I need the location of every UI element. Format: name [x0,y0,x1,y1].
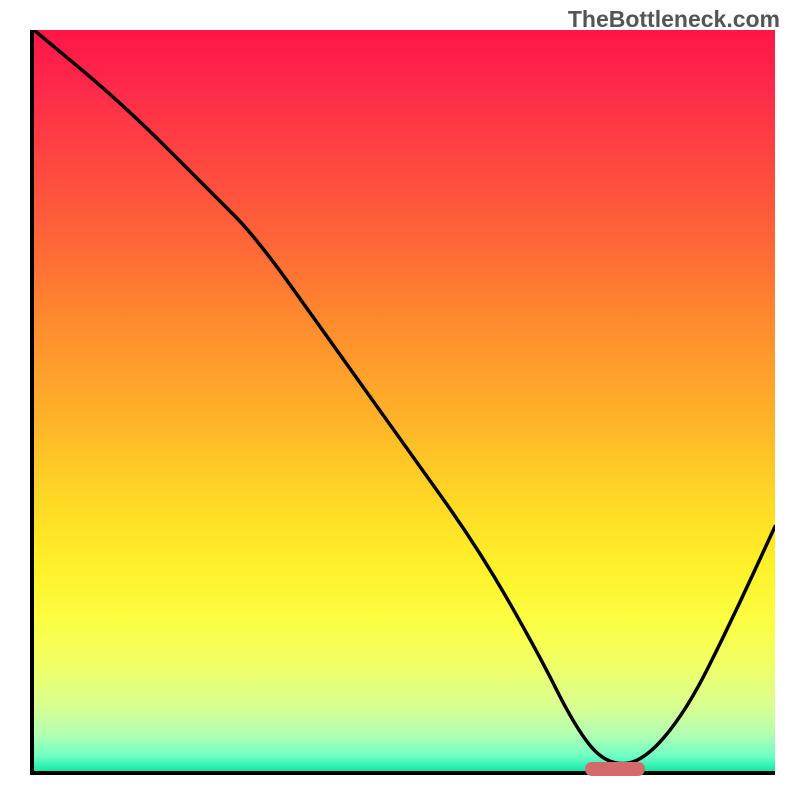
curve-svg [34,30,775,771]
optimal-marker [585,762,645,776]
watermark-text: TheBottleneck.com [568,6,780,33]
bottleneck-curve [34,30,775,764]
plot-area [30,30,775,775]
